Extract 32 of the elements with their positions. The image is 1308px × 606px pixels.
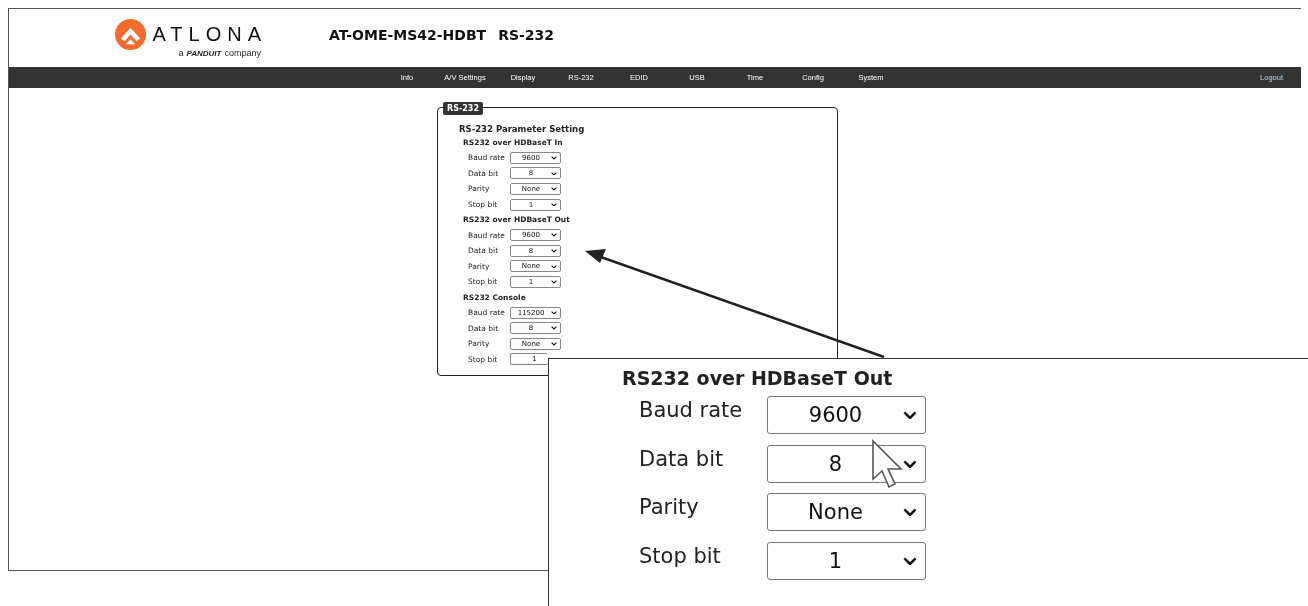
chevron-icon [551, 156, 557, 160]
field-label: Data bit [639, 446, 725, 471]
chevron-icon [551, 341, 557, 346]
chevron-icon [903, 459, 917, 468]
dropdown-select[interactable]: 9600 [767, 396, 926, 435]
chevron-icon [551, 171, 557, 176]
logo-wordmark: ATLONA [152, 22, 267, 46]
section-title: RS232 over HDBaseT Out [622, 366, 894, 391]
field-label: Parity [639, 495, 700, 520]
chevron-icon [903, 411, 917, 420]
page-title: AT-OME-MS42-HDBT [329, 27, 487, 43]
logo-tagline: a PANDUIT company [178, 47, 261, 58]
panel-legend: RS-232 [443, 102, 483, 115]
chevron-icon [903, 508, 917, 517]
chevron-icon [551, 280, 557, 284]
chevron-icon [551, 264, 557, 269]
field-label: Baud rate [639, 398, 744, 423]
dropdown-select[interactable]: 8 [767, 444, 926, 483]
chevron-icon [551, 310, 557, 315]
panel-heading: RS-232 Parameter Setting [459, 123, 586, 136]
chevron-icon [551, 202, 557, 207]
chevron-icon [903, 556, 917, 565]
chevron-icon [551, 233, 557, 237]
cursor-icon [871, 439, 905, 491]
dropdown-select[interactable]: 1 [767, 541, 926, 580]
chevron-icon [551, 187, 557, 191]
field-label: Stop bit [639, 543, 722, 568]
chevron-icon [551, 326, 557, 330]
chevron-icon [551, 248, 557, 253]
dropdown-select[interactable]: None [767, 493, 926, 532]
logo-icon [115, 18, 147, 50]
page-title: RS-232 [498, 27, 555, 43]
